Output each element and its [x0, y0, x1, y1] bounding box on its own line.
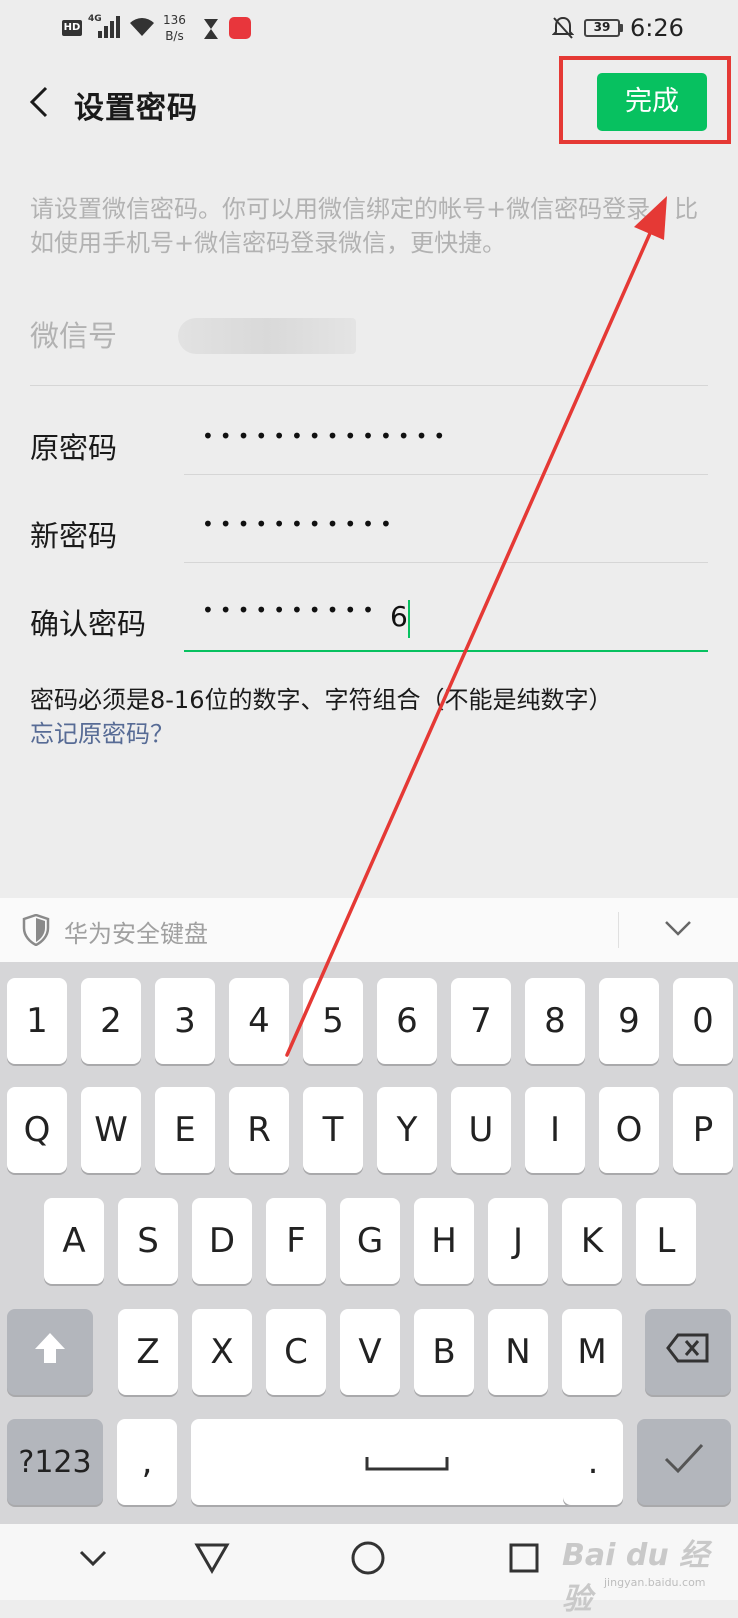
key-o[interactable]: O [599, 1087, 659, 1173]
key-g[interactable]: G [340, 1198, 400, 1284]
confirm-password-label: 确认密码 [30, 607, 147, 641]
key-b[interactable]: B [414, 1309, 474, 1395]
shield-icon [22, 914, 50, 946]
key-7[interactable]: 7 [451, 978, 511, 1064]
key-c[interactable]: C [266, 1309, 326, 1395]
forgot-password-link[interactable]: 忘记原密码？ [30, 714, 174, 749]
key-q[interactable]: Q [7, 1087, 67, 1173]
network-speed: 136 B/s [163, 13, 186, 43]
key-9[interactable]: 9 [599, 978, 659, 1064]
key-1[interactable]: 1 [7, 978, 67, 1064]
battery-tip [620, 24, 623, 32]
nav-back-button[interactable] [194, 1542, 230, 1577]
nav-hide-keyboard-button[interactable] [78, 1548, 108, 1571]
key-l[interactable]: L [636, 1198, 696, 1284]
shift-arrow-icon [35, 1332, 65, 1363]
nav-recents-button[interactable] [508, 1542, 540, 1577]
key-0[interactable]: 0 [673, 978, 733, 1064]
key-i[interactable]: I [525, 1087, 585, 1173]
huawei-app-icon [229, 17, 251, 39]
key-t[interactable]: T [303, 1087, 363, 1173]
new-password-underline [184, 562, 708, 563]
key-j[interactable]: J [488, 1198, 548, 1284]
key-h[interactable]: H [414, 1198, 474, 1284]
baidu-watermark-logo: Bai du 经验 [562, 1538, 710, 1617]
key-2[interactable]: 2 [81, 978, 141, 1064]
text-caret [408, 600, 410, 638]
key-y[interactable]: Y [377, 1087, 437, 1173]
status-bar: HD 4G 136 B/s 39 6:26 [0, 0, 738, 56]
battery-icon: 39 [584, 19, 620, 37]
clock: 6:26 [630, 14, 684, 42]
divider [30, 385, 708, 386]
key-m[interactable]: M [562, 1309, 622, 1395]
notification-muted-icon [552, 16, 574, 39]
chevron-down-icon [79, 1550, 107, 1567]
symbol-switch-key[interactable]: ?123 [7, 1419, 103, 1505]
wifi-icon [130, 18, 154, 36]
nav-home-button[interactable] [350, 1540, 386, 1579]
password-rule-hint: 密码必须是8-16位的数字、字符组合（不能是纯数字） [30, 686, 613, 714]
key-w[interactable]: W [81, 1087, 141, 1173]
key-u[interactable]: U [451, 1087, 511, 1173]
page-title: 设置密码 [74, 91, 198, 126]
triangle-back-icon [194, 1543, 230, 1575]
space-key[interactable] [191, 1419, 623, 1505]
key-a[interactable]: A [44, 1198, 104, 1284]
back-chevron-icon[interactable] [22, 82, 62, 122]
backspace-key[interactable] [645, 1309, 731, 1395]
key-p[interactable]: P [673, 1087, 733, 1173]
new-password-label: 新密码 [30, 519, 118, 553]
old-password-label: 原密码 [30, 431, 118, 465]
wechat-id-value-redacted [178, 318, 356, 354]
key-z[interactable]: Z [118, 1309, 178, 1395]
key-3[interactable]: 3 [155, 978, 215, 1064]
key-n[interactable]: N [488, 1309, 548, 1395]
key-6[interactable]: 6 [377, 978, 437, 1064]
period-key[interactable]: . [563, 1419, 623, 1505]
key-4[interactable]: 4 [229, 978, 289, 1064]
key-e[interactable]: E [155, 1087, 215, 1173]
comma-key[interactable]: , [117, 1419, 177, 1505]
baidu-watermark-url: jingyan.baidu.com [604, 1576, 706, 1589]
key-v[interactable]: V [340, 1309, 400, 1395]
space-bar-icon [365, 1457, 449, 1471]
square-recents-icon [509, 1543, 539, 1573]
old-password-underline [184, 474, 708, 475]
chevron-down-icon[interactable] [663, 918, 693, 938]
key-5[interactable]: 5 [303, 978, 363, 1064]
new-password-input[interactable]: ••••••••••• [202, 512, 398, 536]
signal-icon [98, 16, 120, 38]
key-d[interactable]: D [192, 1198, 252, 1284]
key-x[interactable]: X [192, 1309, 252, 1395]
confirm-password-last-char: 6 [390, 600, 408, 633]
key-r[interactable]: R [229, 1087, 289, 1173]
circle-home-icon [351, 1541, 385, 1575]
key-8[interactable]: 8 [525, 978, 585, 1064]
description-text: 请设置微信密码。你可以用微信绑定的帐号+微信密码登录，比如使用手机号+微信密码登… [30, 195, 699, 257]
key-s[interactable]: S [118, 1198, 178, 1284]
hd-icon: HD [62, 20, 82, 36]
keyboard-bar-separator [618, 912, 619, 948]
done-button[interactable]: 完成 [597, 73, 707, 131]
keyboard-brand-label: 华为安全键盘 [64, 920, 208, 948]
confirm-password-input[interactable]: •••••••••• [202, 598, 380, 622]
hourglass-icon [204, 19, 218, 39]
wechat-id-label: 微信号 [30, 319, 118, 353]
confirm-key[interactable] [637, 1419, 731, 1505]
backspace-icon [666, 1333, 709, 1363]
old-password-input[interactable]: •••••••••••••• [202, 424, 451, 448]
key-k[interactable]: K [562, 1198, 622, 1284]
confirm-password-underline-focused [184, 650, 708, 652]
checkmark-icon [664, 1443, 704, 1473]
key-f[interactable]: F [266, 1198, 326, 1284]
shift-key[interactable] [7, 1309, 93, 1395]
